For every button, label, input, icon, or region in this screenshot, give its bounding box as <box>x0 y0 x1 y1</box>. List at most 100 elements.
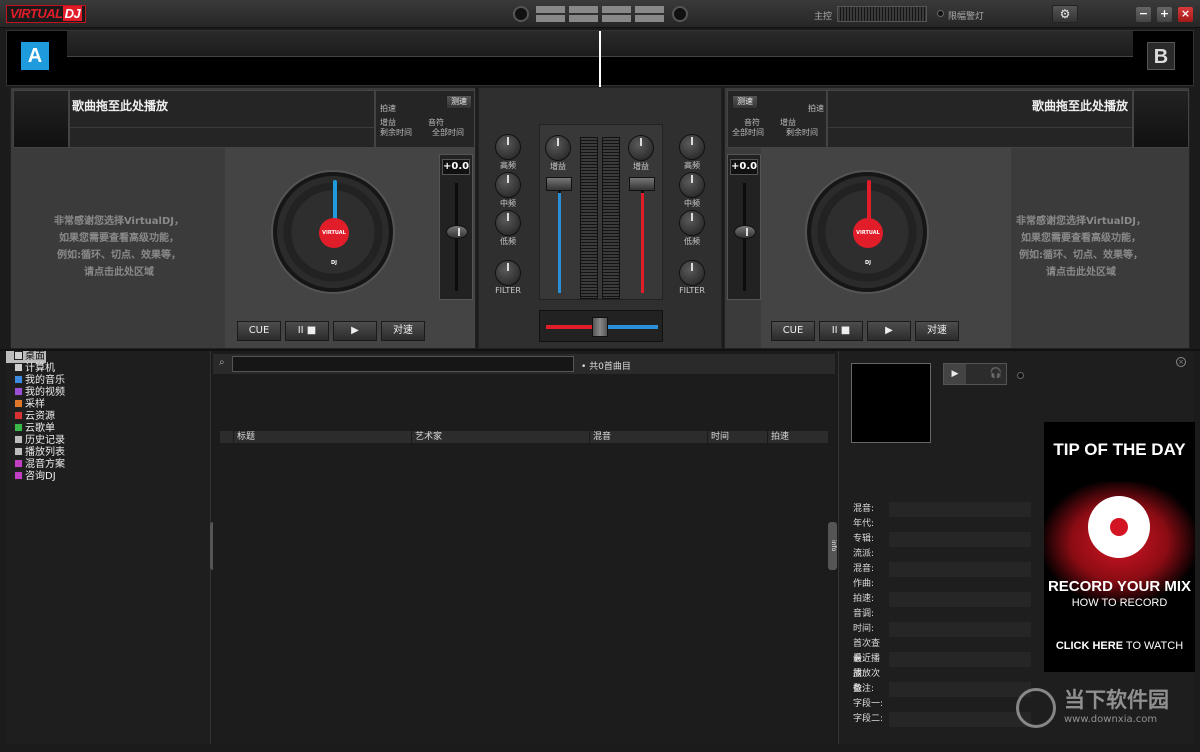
tag-value[interactable] <box>889 682 1031 697</box>
folder-item[interactable]: 播放列表 <box>6 447 210 459</box>
info-panel-close-button[interactable]: × <box>1176 357 1186 367</box>
tag-value[interactable] <box>889 562 1031 577</box>
deck-b-info: 测速 拍速 音符 增益 全部时间 剩余时间 <box>727 90 827 148</box>
column-remix[interactable]: 混音 <box>589 431 707 443</box>
column-bpm[interactable]: 拍速 <box>767 431 828 443</box>
deck-a-volume-fader[interactable] <box>546 177 572 191</box>
deck-b-sync-button[interactable]: 对速 <box>915 321 959 341</box>
folder-label: 采样 <box>25 399 45 410</box>
tag-row: 拍速: <box>853 592 1031 607</box>
deck-b-pitch-handle[interactable] <box>734 225 756 239</box>
folder-item[interactable]: 采样 <box>6 399 210 411</box>
tag-value[interactable] <box>889 652 1031 667</box>
deck-b-advanced-message[interactable]: 非常感谢您选择VirtualDJ， 如果您需要查看高级功能， 例如:循环、切点、… <box>981 213 1181 281</box>
deck-b-pitch-value: +0.0 <box>730 159 758 175</box>
deck-a-tempo-button[interactable]: 测速 <box>446 95 472 109</box>
tip-of-the-day-ad[interactable]: TIP OF THE DAY RECORD YOUR MIX HOW TO RE… <box>1044 422 1195 672</box>
deck-b-level-meter <box>602 137 620 299</box>
tag-label: 拍速: <box>853 594 875 604</box>
deck-b-play-button[interactable]: ▶ <box>867 321 911 341</box>
deck-b-jogwheel[interactable]: VIRTUAL DJ <box>807 172 927 292</box>
folder-item[interactable]: 计算机 <box>6 363 210 375</box>
folder-item[interactable]: 历史记录 <box>6 435 210 447</box>
tag-value[interactable] <box>889 502 1031 517</box>
tag-value[interactable] <box>889 637 1031 652</box>
settings-button[interactable]: ⚙ <box>1052 5 1078 23</box>
folder-item[interactable]: 云歌单 <box>6 423 210 435</box>
folder-label: 咨询DJ <box>25 471 56 482</box>
folder-item[interactable]: 桌面 <box>6 351 46 363</box>
tag-value[interactable] <box>889 517 1031 532</box>
tag-label: 字段二: <box>853 714 884 724</box>
crossfader-handle[interactable] <box>592 317 608 337</box>
deck-a-pause-button[interactable]: II ■ <box>285 321 329 341</box>
folder-icon <box>14 375 23 384</box>
folder-item[interactable]: 混音方案 <box>6 459 210 471</box>
waveform-display[interactable]: A B <box>6 30 1194 87</box>
tag-value[interactable] <box>889 577 1031 592</box>
column-title[interactable]: 标题 <box>233 431 411 443</box>
tag-value[interactable] <box>889 607 1031 622</box>
deck-a-pitch-slider[interactable]: +0.0 <box>439 154 473 300</box>
search-input[interactable] <box>232 356 574 372</box>
watch-link[interactable]: CLICK HERE TO WATCH <box>1044 640 1195 652</box>
deck-a-title-box[interactable]: 歌曲拖至此处播放 <box>69 90 375 148</box>
folder-label: 混音方案 <box>25 459 65 470</box>
folder-label: 我的音乐 <box>25 375 65 386</box>
tag-value[interactable] <box>889 697 1031 712</box>
tag-value[interactable] <box>889 622 1031 637</box>
tag-label: 音调: <box>853 609 875 619</box>
deck-b-gain-knob[interactable] <box>628 135 654 161</box>
tag-value[interactable] <box>889 532 1031 547</box>
headphone-icon[interactable]: 🎧 <box>990 368 1002 379</box>
deck-b-filter-knob[interactable] <box>679 260 705 286</box>
folder-label: 播放列表 <box>25 447 65 458</box>
right-monitor-dot <box>672 6 688 22</box>
deck-b-mid-knob[interactable] <box>679 172 705 198</box>
tag-value[interactable] <box>889 547 1031 562</box>
tag-value[interactable] <box>889 667 1031 682</box>
deck-a-low-knob[interactable] <box>495 210 521 236</box>
tag-value[interactable] <box>889 592 1031 607</box>
deck-b-pause-button[interactable]: II ■ <box>819 321 863 341</box>
info-tab[interactable]: info <box>828 522 837 570</box>
track-tag-list: 混音: 年代: 专辑: 流派: 混音: 作曲: 拍速: 音调: 时间: 首次查看: 最近播放: 播放次… <box>853 502 1031 727</box>
preview-indicator[interactable] <box>1017 372 1024 379</box>
deck-a-high-knob[interactable] <box>495 134 521 160</box>
title-bar: VIRTUAL DJ 主控 限幅警灯 ⚙ − + × <box>0 0 1200 28</box>
deck-b-low-knob[interactable] <box>679 210 705 236</box>
deck-a-filter-knob[interactable] <box>495 260 521 286</box>
deck-b-tempo-button[interactable]: 测速 <box>732 95 758 109</box>
preview-play-button[interactable]: ▶ <box>944 364 966 384</box>
deck-a-sync-button[interactable]: 对速 <box>381 321 425 341</box>
folder-icon <box>14 399 23 408</box>
deck-a-play-button[interactable]: ▶ <box>333 321 377 341</box>
folder-item[interactable]: 我的视频 <box>6 387 210 399</box>
folder-item[interactable]: 我的音乐 <box>6 375 210 387</box>
deck-b-high-knob[interactable] <box>679 134 705 160</box>
folder-item[interactable]: 云资源 <box>6 411 210 423</box>
deck-a-pitch-value: +0.0 <box>442 159 470 175</box>
close-button[interactable]: × <box>1178 7 1193 22</box>
deck-a-jogwheel[interactable]: VIRTUAL DJ <box>273 172 393 292</box>
tag-value[interactable] <box>889 712 1031 727</box>
deck-a-gain-knob[interactable] <box>545 135 571 161</box>
crossfader[interactable] <box>539 310 663 342</box>
column-length[interactable]: 时间 <box>707 431 767 443</box>
deck-a-cue-button[interactable]: CUE <box>237 321 281 341</box>
deck-b-cue-button[interactable]: CUE <box>771 321 815 341</box>
minimize-button[interactable]: − <box>1136 7 1151 22</box>
deck-b-pitch-slider[interactable]: +0.0 <box>727 154 761 300</box>
tag-label: 混音: <box>853 504 875 514</box>
deck-a-badge: A <box>21 42 49 70</box>
maximize-button[interactable]: + <box>1157 7 1172 22</box>
folder-item[interactable]: 咨询DJ <box>6 471 210 483</box>
deck-a-mid-knob[interactable] <box>495 172 521 198</box>
track-list-header: 标题 艺术家 混音 时间 拍速 <box>220 431 828 443</box>
deck-a-pitch-handle[interactable] <box>446 225 468 239</box>
deck-b-title-box[interactable]: 歌曲拖至此处播放 <box>827 90 1133 148</box>
deck-b-volume-fader[interactable] <box>629 177 655 191</box>
deck-a-advanced-message[interactable]: 非常感谢您选择VirtualDJ， 如果您需要查看高级功能， 例如:循环、切点、… <box>19 213 219 281</box>
limiter-indicator[interactable] <box>937 10 944 17</box>
column-artist[interactable]: 艺术家 <box>411 431 589 443</box>
